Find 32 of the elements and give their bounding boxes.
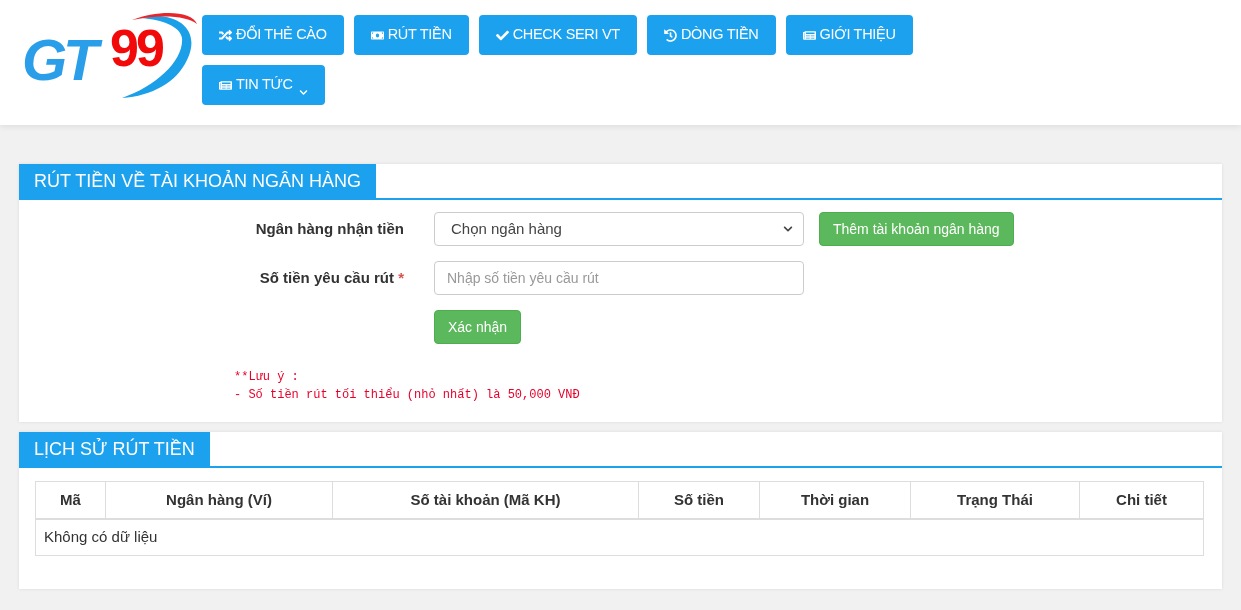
- field-label: Ngân hàng nhận tiền: [254, 218, 405, 239]
- nav-button[interactable]: TIN TỨC: [202, 65, 325, 105]
- nav-button[interactable]: ĐỔI THẺ CÀO: [202, 15, 344, 55]
- history-icon: [663, 28, 677, 42]
- newspaper-icon: [219, 78, 232, 92]
- empty-message: Không có dữ liệu: [35, 518, 1204, 556]
- chevron-down-icon: [783, 224, 793, 234]
- check-icon: [495, 28, 509, 42]
- logo-letters: GT: [22, 27, 105, 94]
- column-header: Số tài khoản (Mã KH): [332, 481, 639, 519]
- newspaper-icon: [802, 28, 816, 42]
- nav-button[interactable]: GIỚI THIỆU: [785, 15, 913, 55]
- nav-button[interactable]: DÒNG TIỀN: [646, 15, 776, 55]
- bank-select[interactable]: Chọn ngân hàng: [434, 212, 804, 246]
- column-header: Trạng Thái: [910, 481, 1080, 519]
- nav-button[interactable]: CHECK SERI VT: [478, 15, 637, 55]
- column-header: Chi tiết: [1079, 481, 1204, 519]
- note-text: **Lưu ý :: [234, 369, 300, 386]
- column-header: Mã: [35, 481, 106, 519]
- nav-button[interactable]: RÚT TIỀN: [353, 15, 469, 55]
- logo-digits: 99: [110, 19, 162, 79]
- note-text: - Số tiền rút tối thiểu (nhỏ nhất) là 50,000 VNĐ: [234, 386, 581, 404]
- card-title: LỊCH SỬ RÚT TIỀN: [19, 432, 210, 466]
- card-title: RÚT TIỀN VỀ TÀI KHOẢN NGÂN HÀNG: [19, 164, 377, 198]
- shuffle-icon: [219, 28, 232, 42]
- column-header: Số tiền: [638, 481, 760, 519]
- column-header: Ngân hàng (Ví): [105, 481, 333, 519]
- field-label: Số tiền yêu cầu rút *: [259, 269, 404, 286]
- column-header: Thời gian: [759, 481, 911, 519]
- amount-input[interactable]: Nhập số tiền yêu cầu rút: [434, 261, 804, 295]
- add-bank-button[interactable]: Thêm tài khoản ngân hàng: [819, 212, 1014, 246]
- confirm-button[interactable]: Xác nhận: [434, 310, 522, 344]
